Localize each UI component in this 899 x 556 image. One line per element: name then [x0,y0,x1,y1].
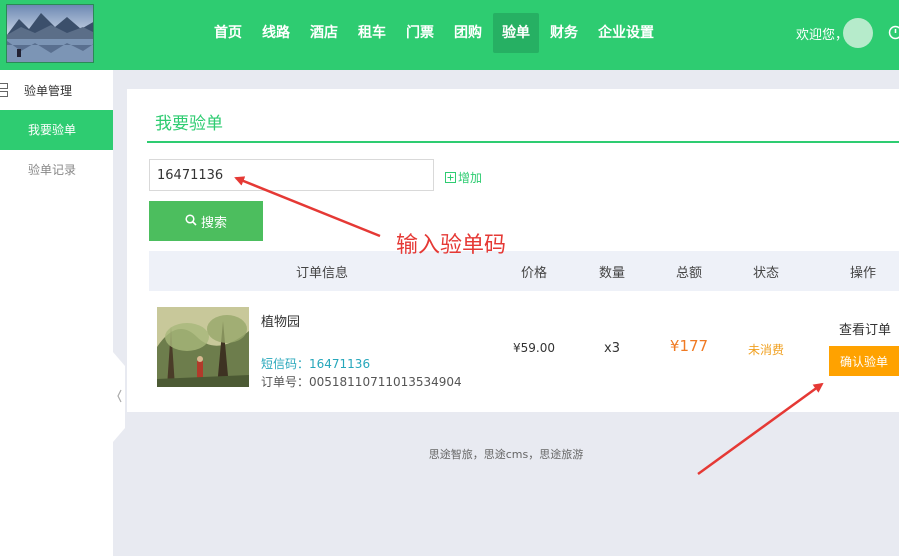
avatar[interactable] [843,18,873,48]
nav-verify-order[interactable]: 验单 [493,13,539,53]
logout-icon[interactable] [888,25,899,40]
view-order-link[interactable]: 查看订单 [839,319,891,338]
product-name: 植物园 [261,315,301,330]
table-header: 订单信息 价格 数量 总额 状态 操作 [149,251,899,291]
sidebar-item-verify-records[interactable]: 验单记录 [0,150,113,190]
annotation-label: 输入验单码 [396,233,507,258]
sidebar-item-verify-order[interactable]: 我要验单 [0,110,113,150]
nav-tickets[interactable]: 门票 [397,13,443,53]
nav-home[interactable]: 首页 [205,13,251,53]
order-number: 订单号：00518110711013534904 [261,375,462,389]
top-header: 首页 线路 酒店 租车 门票 团购 验单 财务 企业设置 欢迎您， [0,0,899,70]
nav-group-buy[interactable]: 团购 [445,13,491,53]
page-title: 我要验单 [155,114,223,134]
th-status: 状态 [752,266,780,281]
nav-company-settings[interactable]: 企业设置 [589,13,663,53]
table-row: 植物园 短信码：16471136 订单号：0051811071101353490… [149,291,899,409]
th-order-info: 订单信息 [295,266,349,281]
sidebar-section-label: 验单管理 [24,84,73,98]
add-code-label: 增加 [458,171,483,185]
verify-code-input[interactable] [149,159,434,191]
nav-routes[interactable]: 线路 [253,13,299,53]
search-icon [185,213,201,229]
sidebar-section-title: 验单管理 [0,80,113,100]
main-nav: 首页 线路 酒店 租车 门票 团购 验单 财务 企业设置 [205,13,665,53]
order-status: 未消费 [747,343,785,357]
product-thumbnail[interactable] [157,307,249,387]
plus-square-icon [445,172,456,183]
nav-hotels[interactable]: 酒店 [301,13,347,53]
footer-text: 思途智旅，思途cms，思途旅游 [428,448,584,461]
th-total: 总额 [675,266,703,281]
welcome-text: 欢迎您， [796,28,849,43]
order-total: ¥177 [669,337,709,355]
main-panel: 我要验单 增加 搜索 订单信息 价格 数量 总额 状态 操作 [127,89,899,412]
logo[interactable] [6,4,94,63]
add-code-button[interactable]: 增加 [445,169,482,186]
nav-finance[interactable]: 财务 [541,13,587,53]
th-quantity: 数量 [598,266,626,281]
confirm-verify-button[interactable]: 确认验单 [829,346,899,376]
order-price: ¥59.00 [513,341,555,355]
search-button-label: 搜索 [200,214,227,230]
th-price: 价格 [520,266,548,281]
title-divider [147,141,899,143]
th-actions: 操作 [849,266,877,281]
sidebar-collapse-handle[interactable] [113,352,125,442]
grid-icon [0,83,10,97]
sidebar: 验单管理 我要验单 验单记录 [0,70,113,556]
order-quantity: x3 [604,341,620,356]
sms-code: 短信码：16471136 [261,357,371,371]
search-button[interactable]: 搜索 [149,201,263,241]
nav-car-rental[interactable]: 租车 [349,13,395,53]
